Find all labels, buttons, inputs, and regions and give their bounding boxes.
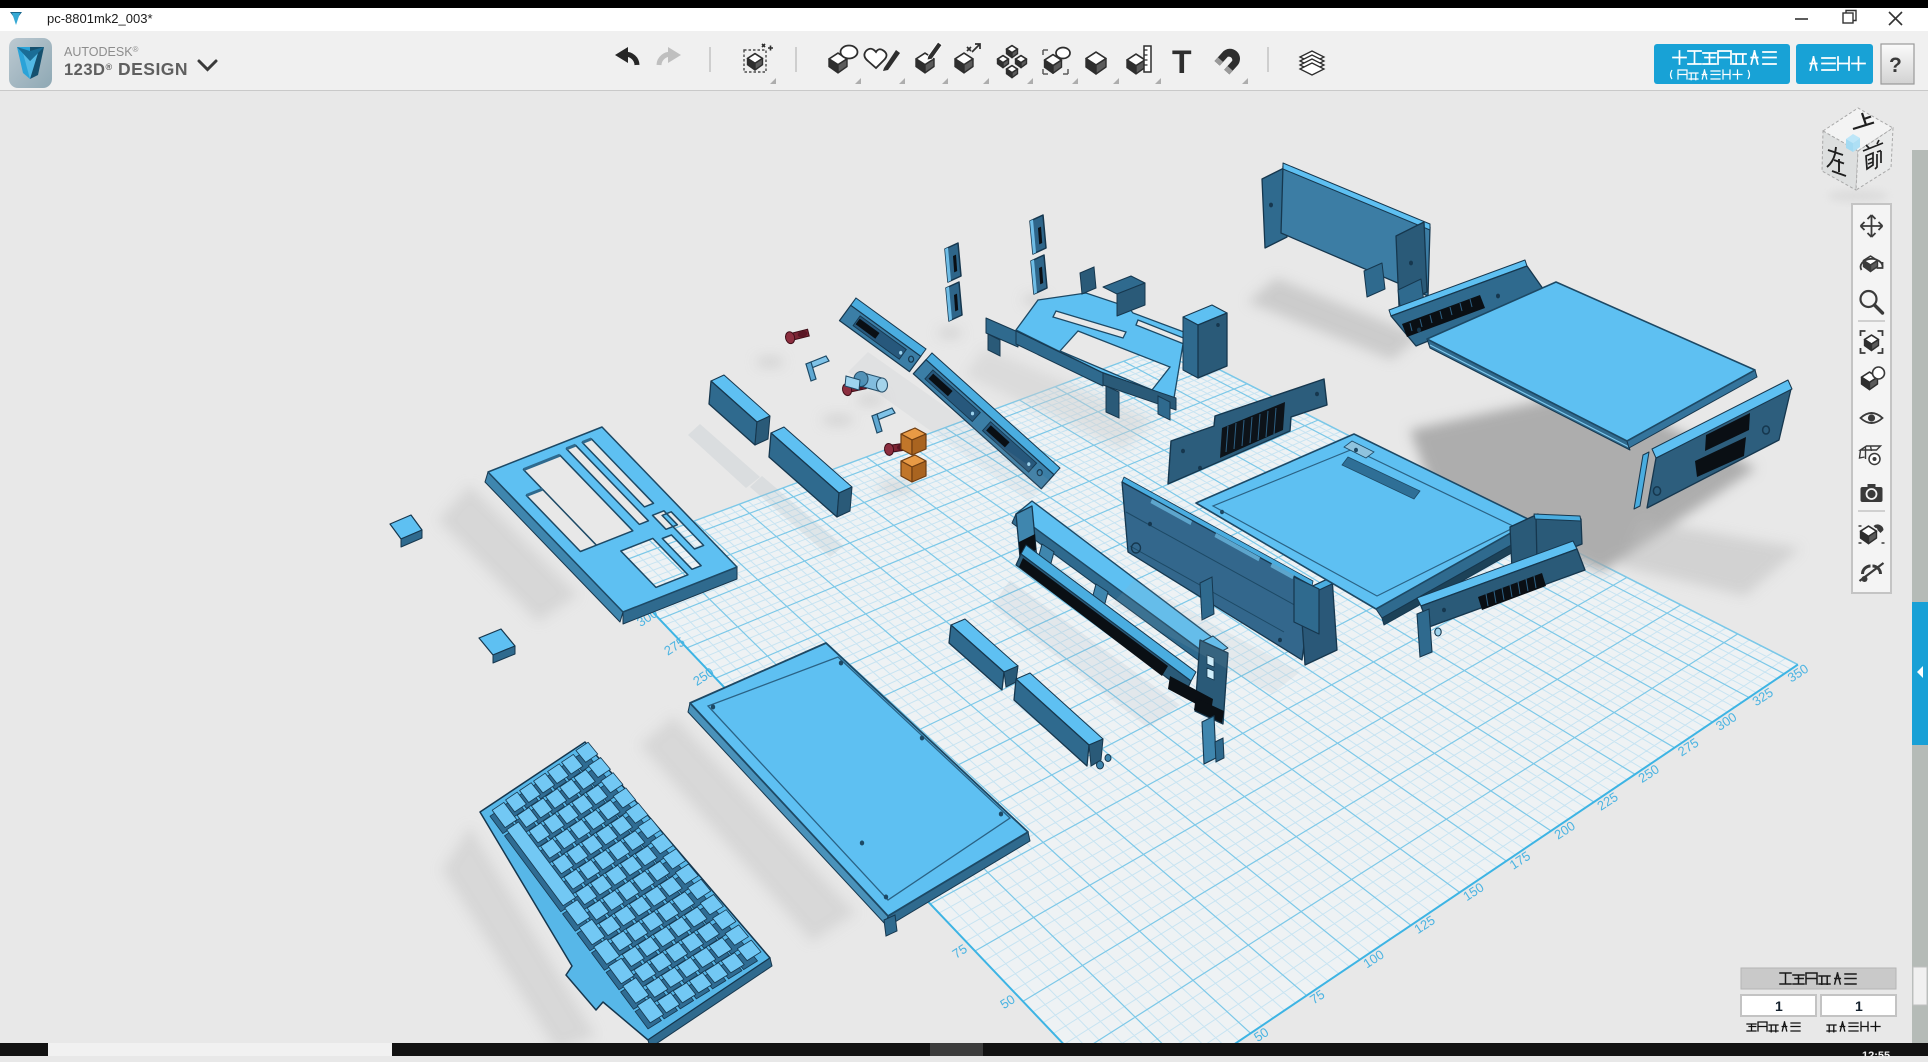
svg-text:T: T [1172, 44, 1192, 80]
svg-text:123D® DESIGN: 123D® DESIGN [64, 59, 188, 79]
svg-text:1: 1 [1855, 998, 1863, 1014]
svg-text:?: ? [1889, 54, 1902, 77]
svg-text:1: 1 [1775, 998, 1783, 1014]
svg-text:AUTODESK®: AUTODESK® [64, 45, 139, 59]
